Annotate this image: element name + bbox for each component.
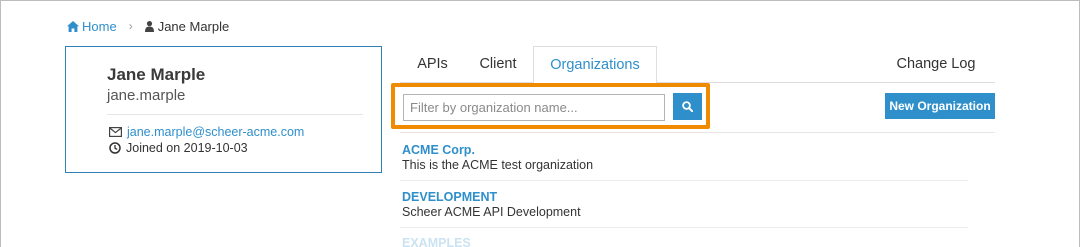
organization-description: Scheer ACME API Development bbox=[402, 205, 581, 219]
user-email-row: jane.marple@scheer-acme.com bbox=[109, 125, 304, 139]
list-top-divider bbox=[400, 132, 995, 133]
search-icon bbox=[682, 101, 693, 112]
home-icon bbox=[67, 20, 79, 32]
list-divider bbox=[400, 227, 968, 228]
list-divider bbox=[400, 180, 968, 181]
new-organization-button[interactable]: New Organization bbox=[885, 93, 995, 119]
organization-name-link[interactable]: ACME Corp. bbox=[402, 143, 968, 157]
tab-apis[interactable]: APIs bbox=[405, 46, 460, 83]
organization-list-item: ACME Corp. This is the ACME test organiz… bbox=[402, 143, 968, 172]
user-username: jane.marple bbox=[107, 87, 186, 104]
user-icon bbox=[144, 20, 154, 32]
breadcrumb-home-label: Home bbox=[82, 18, 117, 34]
user-full-name: Jane Marple bbox=[107, 65, 206, 84]
user-joined-row: Joined on 2019-10-03 bbox=[109, 141, 248, 155]
organization-description: This is the ACME test organization bbox=[402, 158, 594, 172]
tab-bar: APIs Client Organizations Change Log bbox=[400, 46, 995, 84]
user-email-link[interactable]: jane.marple@scheer-acme.com bbox=[127, 125, 304, 139]
breadcrumb: Home › Jane Marple bbox=[67, 17, 229, 35]
tab-client[interactable]: Client bbox=[467, 46, 529, 83]
search-button[interactable] bbox=[673, 93, 702, 120]
organization-list-item: DEVELOPMENT Scheer ACME API Development bbox=[402, 190, 968, 219]
card-divider bbox=[107, 114, 363, 115]
clock-icon bbox=[109, 142, 121, 154]
breadcrumb-current: Jane Marple bbox=[144, 18, 230, 34]
breadcrumb-separator: › bbox=[128, 19, 133, 33]
breadcrumb-current-label: Jane Marple bbox=[157, 18, 230, 34]
organization-list-item: EXAMPLES bbox=[402, 236, 968, 247]
organization-name-link[interactable]: EXAMPLES bbox=[402, 236, 968, 247]
organization-name-link[interactable]: DEVELOPMENT bbox=[402, 190, 968, 204]
filter-highlight bbox=[391, 83, 710, 129]
organization-filter-input[interactable] bbox=[403, 94, 665, 121]
user-profile-card: Jane Marple jane.marple jane.marple@sche… bbox=[65, 46, 382, 173]
envelope-icon bbox=[109, 127, 122, 137]
tab-change-log[interactable]: Change Log bbox=[891, 46, 981, 83]
user-joined-text: Joined on 2019-10-03 bbox=[126, 141, 248, 155]
breadcrumb-home-link[interactable]: Home bbox=[67, 19, 117, 34]
tab-organizations[interactable]: Organizations bbox=[533, 46, 657, 84]
